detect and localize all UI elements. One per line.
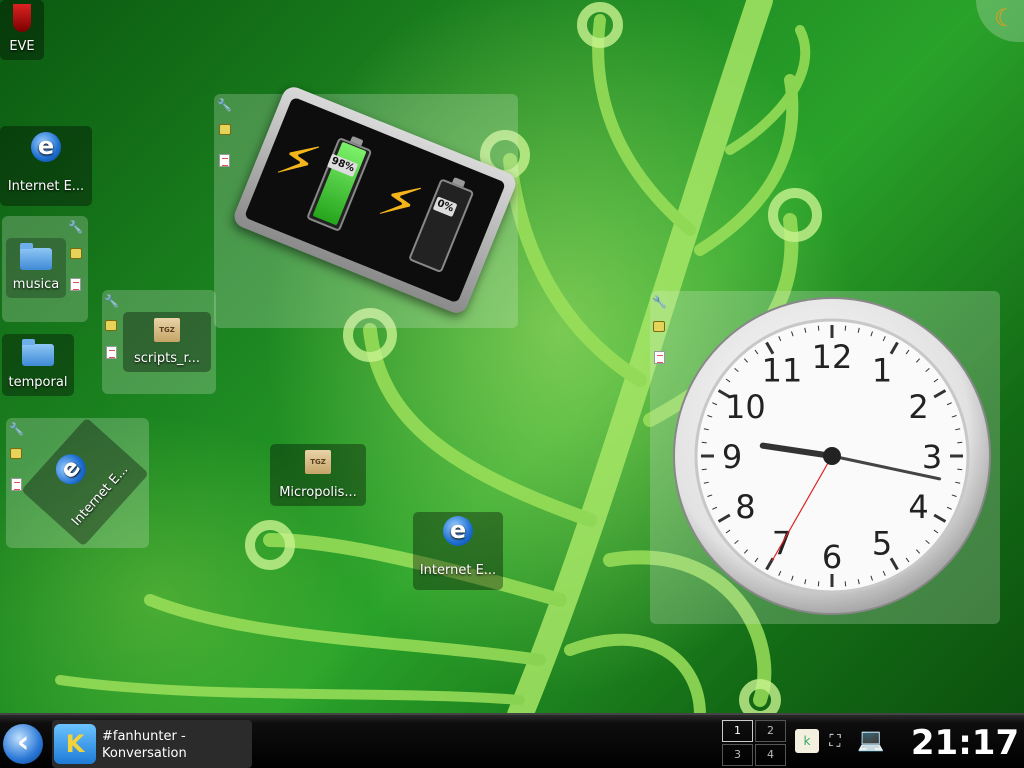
desktop-pager: 1 2 3 4 bbox=[722, 720, 788, 768]
internet-explorer-icon bbox=[31, 132, 61, 162]
desktop-icon-temporal[interactable]: temporal bbox=[2, 334, 74, 396]
desktop-icon-label: Internet E... bbox=[7, 179, 85, 194]
clock-tick bbox=[817, 581, 820, 587]
clock-numeral: 4 bbox=[908, 488, 928, 526]
clock-numeral: 9 bbox=[722, 438, 742, 476]
wrench-icon[interactable]: 🔧 bbox=[217, 98, 232, 112]
clock-tick bbox=[844, 325, 847, 331]
clock-tick bbox=[701, 441, 707, 444]
wine-glass-icon bbox=[13, 4, 31, 32]
laptop-icon[interactable]: 💻 bbox=[851, 729, 891, 753]
klipper-icon[interactable]: k bbox=[795, 729, 819, 753]
desktop-icon-label: musica bbox=[12, 277, 60, 292]
clock-numeral: 1 bbox=[872, 351, 892, 389]
clock-numeral: 8 bbox=[735, 488, 755, 526]
note-icon[interactable] bbox=[106, 346, 117, 359]
clock-numeral: 6 bbox=[822, 538, 842, 576]
clock-numeral: 12 bbox=[812, 338, 853, 376]
clock-numeral: 10 bbox=[725, 388, 766, 426]
digital-clock[interactable]: 21:17 bbox=[910, 721, 1020, 765]
clock-tick bbox=[957, 468, 963, 471]
desktop-icon-musica[interactable]: musica bbox=[6, 238, 66, 298]
wrench-icon[interactable]: 🔧 bbox=[652, 295, 667, 309]
configure-icon[interactable] bbox=[105, 320, 117, 331]
folder-icon bbox=[20, 243, 52, 270]
pager-desktop-3[interactable]: 3 bbox=[722, 744, 753, 766]
battery-2-level bbox=[414, 256, 439, 267]
clock-numeral: 2 bbox=[908, 388, 928, 426]
wrench-icon[interactable]: 🔧 bbox=[68, 220, 83, 234]
note-icon[interactable] bbox=[219, 154, 230, 167]
task-konversation[interactable]: K #fanhunter - Konversation bbox=[52, 720, 252, 768]
task-title: #fanhunter - Konversation bbox=[102, 728, 187, 762]
desktop-icon-label: scripts_r... bbox=[133, 351, 201, 366]
system-tray: k ⛶ 💻 bbox=[795, 729, 895, 761]
internet-explorer-icon bbox=[49, 448, 93, 491]
folder-icon bbox=[22, 339, 54, 366]
clock-numeral: 11 bbox=[762, 351, 803, 389]
clock-tick bbox=[957, 441, 963, 444]
desktop-icon-scripts[interactable]: TGZ scripts_r... bbox=[123, 312, 211, 372]
desktop-icon-eve[interactable]: EVE bbox=[0, 0, 44, 60]
clock-numeral: 3 bbox=[922, 438, 942, 476]
desktop-icon-internet-explorer[interactable]: Internet E... bbox=[0, 126, 92, 206]
archive-icon: TGZ bbox=[305, 450, 331, 474]
application-launcher-button[interactable]: ‹ bbox=[3, 724, 43, 764]
desktop-icon-internet-explorer-2[interactable]: Internet E... bbox=[413, 512, 503, 590]
task-title-line2: Konversation bbox=[102, 746, 187, 761]
taskbar: ‹ K #fanhunter - Konversation 1 2 3 4 k … bbox=[0, 713, 1024, 768]
internet-explorer-icon bbox=[443, 516, 473, 546]
wrench-icon[interactable]: 🔧 bbox=[104, 294, 119, 308]
pager-desktop-1[interactable]: 1 bbox=[722, 720, 753, 742]
configure-icon[interactable] bbox=[10, 448, 22, 459]
analog-clock-widget[interactable]: 121234567891011 bbox=[672, 296, 992, 616]
desktop-icon-label: EVE bbox=[9, 39, 35, 54]
clock-center bbox=[823, 447, 841, 465]
note-icon[interactable] bbox=[654, 351, 665, 364]
wrench-icon[interactable]: 🔧 bbox=[9, 422, 24, 436]
task-title-line1: #fanhunter - bbox=[102, 729, 186, 744]
desktop-icon-micropolis[interactable]: TGZ Micropolis... bbox=[270, 444, 366, 506]
pager-desktop-2[interactable]: 2 bbox=[755, 720, 786, 742]
kde-logo-icon: ☾ bbox=[994, 4, 1016, 32]
clock-tick bbox=[844, 581, 847, 587]
network-icon[interactable]: ⛶ bbox=[823, 729, 847, 753]
clock-tick bbox=[701, 468, 707, 471]
archive-icon: TGZ bbox=[154, 318, 180, 342]
configure-icon[interactable] bbox=[70, 248, 82, 259]
desktop-icon-label: Internet E... bbox=[419, 563, 497, 578]
konversation-icon: K bbox=[54, 724, 96, 764]
clock-numeral: 5 bbox=[872, 525, 892, 563]
note-icon[interactable] bbox=[11, 478, 22, 491]
pager-desktop-4[interactable]: 4 bbox=[755, 744, 786, 766]
clock-tick bbox=[817, 325, 820, 331]
desktop-icon-label: temporal bbox=[8, 375, 68, 390]
desktop-icon-label: Micropolis... bbox=[279, 485, 357, 500]
note-icon[interactable] bbox=[70, 278, 81, 291]
configure-icon[interactable] bbox=[219, 124, 231, 135]
configure-icon[interactable] bbox=[653, 321, 665, 332]
